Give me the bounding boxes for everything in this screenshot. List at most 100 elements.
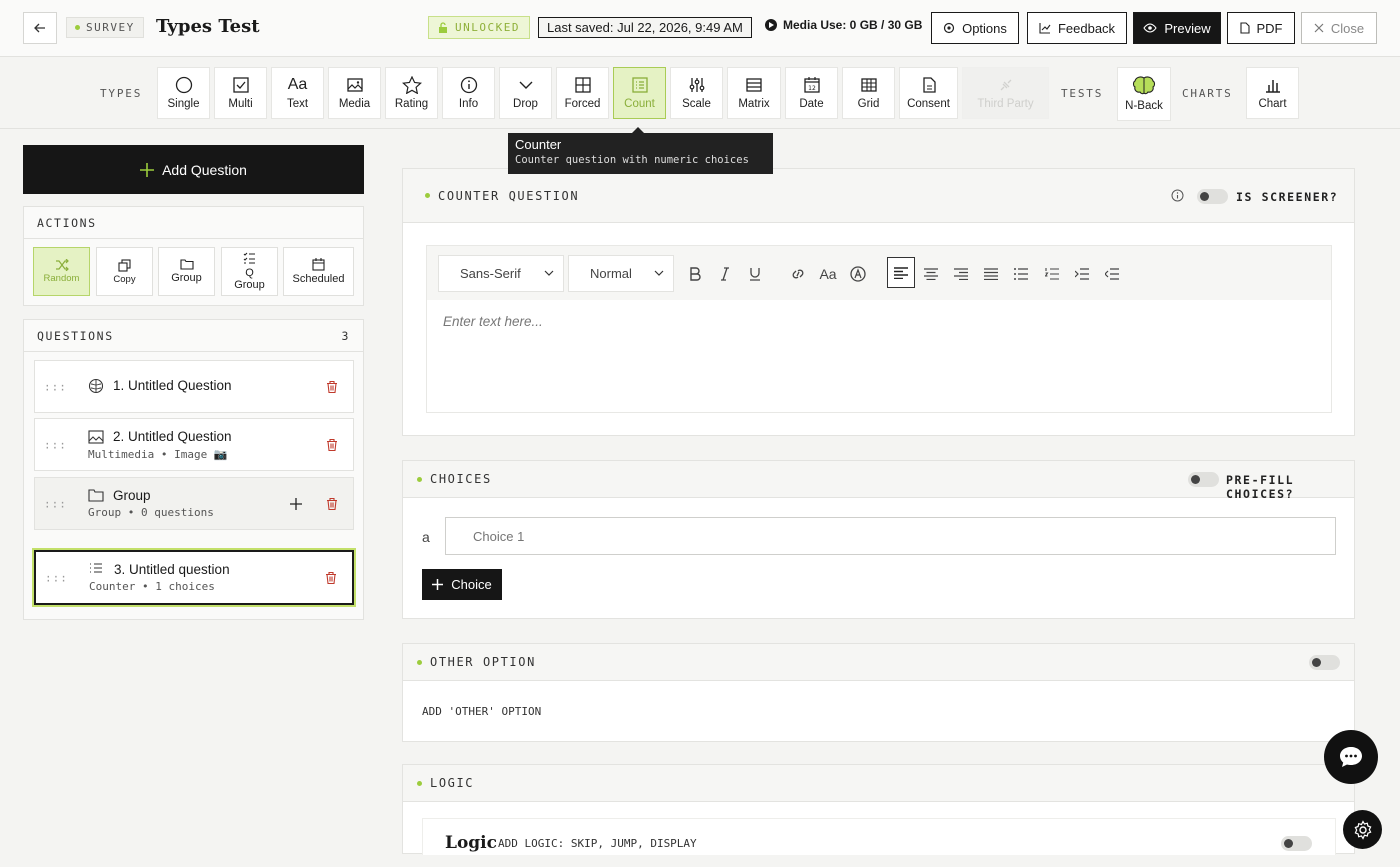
question-subtitle: Multimedia • Image 📷	[88, 448, 228, 461]
feedback-button[interactable]: Feedback	[1027, 12, 1127, 44]
type-rating[interactable]: Rating	[385, 67, 438, 119]
align-justify-icon[interactable]	[978, 261, 1004, 287]
calendar-icon	[312, 257, 325, 271]
font-case-icon[interactable]: Aa	[815, 261, 841, 287]
trash-icon[interactable]	[326, 497, 338, 510]
ordered-list-icon[interactable]	[1039, 261, 1065, 287]
type-multi[interactable]: Multi	[214, 67, 267, 119]
add-to-group-icon[interactable]	[290, 498, 302, 510]
action-q-group[interactable]: Q Group	[221, 247, 278, 296]
table-icon	[746, 78, 762, 92]
trash-icon[interactable]	[326, 438, 338, 451]
question-text-input[interactable]: Enter text here...	[443, 314, 543, 329]
add-choice-button[interactable]: Choice	[422, 569, 502, 600]
font-family-select[interactable]: Sans-Serif	[438, 255, 564, 292]
align-left-icon[interactable]	[887, 257, 915, 288]
question-item[interactable]: ::: 2. Untitled Question Multimedia • Im…	[34, 418, 354, 471]
type-date[interactable]: 12 Date	[785, 67, 838, 119]
back-button[interactable]	[23, 12, 57, 44]
pdf-button[interactable]: PDF	[1227, 12, 1295, 44]
type-consent[interactable]: Consent	[899, 67, 958, 119]
preview-label: Preview	[1164, 20, 1211, 36]
type-drop[interactable]: Drop	[499, 67, 552, 119]
type-info[interactable]: Info	[442, 67, 495, 119]
other-option-toggle[interactable]	[1309, 655, 1340, 670]
type-matrix[interactable]: Matrix	[727, 67, 781, 119]
action-random[interactable]: Random	[33, 247, 90, 296]
sliders-icon	[689, 78, 704, 92]
drag-handle[interactable]: :::	[45, 571, 68, 584]
trash-icon[interactable]	[326, 380, 338, 393]
add-other-label: ADD 'OTHER' OPTION	[422, 705, 542, 718]
drag-handle[interactable]: :::	[44, 438, 67, 451]
close-button[interactable]: Close	[1301, 12, 1377, 44]
align-center-icon[interactable]	[918, 261, 944, 287]
prefill-toggle[interactable]	[1188, 472, 1219, 487]
add-choice-label: Choice	[451, 577, 492, 592]
outdent-icon[interactable]	[1099, 261, 1125, 287]
actions-header: ACTIONS	[24, 207, 363, 239]
type-media[interactable]: Media	[328, 67, 381, 119]
checkbox-icon	[232, 77, 249, 93]
action-group[interactable]: Group	[158, 247, 215, 296]
last-saved: Last saved: Jul 22, 2026, 9:49 AM	[538, 17, 752, 38]
font-size-value: Normal	[590, 266, 632, 281]
underline-icon[interactable]	[742, 261, 768, 287]
chat-button[interactable]	[1324, 730, 1378, 784]
type-forced[interactable]: Forced	[556, 67, 609, 119]
charts-section-label: CHARTS	[1182, 87, 1233, 100]
type-count-label: Count	[624, 98, 655, 110]
folder-icon	[88, 489, 104, 502]
link-icon[interactable]	[785, 261, 811, 287]
options-button[interactable]: Options	[931, 12, 1019, 44]
question-subtitle: Counter • 1 choices	[89, 580, 215, 593]
grid-icon	[574, 77, 591, 93]
count-tooltip: Counter Counter question with numeric ch…	[508, 127, 773, 174]
list-ordered-icon	[90, 563, 102, 573]
type-text[interactable]: Aa Text	[271, 67, 324, 119]
type-rating-label: Rating	[394, 98, 429, 110]
info-icon[interactable]	[1171, 189, 1184, 202]
lock-status-badge[interactable]: UNLOCKED	[428, 16, 530, 39]
drag-handle[interactable]: :::	[44, 497, 67, 510]
question-item-selected[interactable]: ::: 3. Untitled question Counter • 1 cho…	[34, 550, 354, 605]
logic-card-header: LOGIC	[403, 765, 1354, 802]
question-item[interactable]: ::: 1. Untitled Question	[34, 360, 354, 413]
type-single[interactable]: Single	[157, 67, 210, 119]
media-use: Media Use: 0 GB / 30 GB	[765, 18, 922, 32]
font-size-select[interactable]: Normal	[568, 255, 674, 292]
bold-icon[interactable]	[682, 261, 708, 287]
close-icon	[1314, 23, 1324, 33]
settings-button[interactable]	[1343, 810, 1382, 849]
action-scheduled-label: Scheduled	[292, 272, 345, 285]
action-copy[interactable]: Copy	[96, 247, 153, 296]
test-n-back[interactable]: N-Back	[1117, 67, 1171, 121]
eye-icon	[1143, 23, 1158, 33]
type-grid[interactable]: Grid	[842, 67, 895, 119]
trash-icon[interactable]	[325, 571, 337, 584]
align-right-icon[interactable]	[948, 261, 974, 287]
color-icon[interactable]	[845, 261, 871, 287]
action-random-label: Random	[43, 273, 80, 285]
drag-handle[interactable]: :::	[44, 380, 67, 393]
indent-icon[interactable]	[1069, 261, 1095, 287]
action-scheduled[interactable]: Scheduled	[283, 247, 354, 296]
svg-text:12: 12	[808, 85, 816, 92]
chart-type[interactable]: Chart	[1246, 67, 1299, 119]
tooltip-description: Counter question with numeric choices	[515, 154, 749, 166]
bullet-list-icon[interactable]	[1008, 261, 1034, 287]
logic-toggle[interactable]	[1281, 836, 1312, 851]
type-count[interactable]: Count	[613, 67, 666, 119]
circle-icon	[175, 76, 192, 94]
screener-toggle[interactable]	[1197, 189, 1228, 204]
questions-panel: QUESTIONS 3 ::: 1. Untitled Question :::…	[23, 319, 364, 620]
italic-icon[interactable]	[712, 261, 738, 287]
type-scale[interactable]: Scale	[670, 67, 723, 119]
add-question-button[interactable]: Add Question	[23, 145, 364, 194]
type-forced-label: Forced	[564, 98, 601, 110]
preview-button[interactable]: Preview	[1133, 12, 1221, 44]
brain-icon	[88, 378, 104, 394]
choice-input[interactable]	[445, 517, 1336, 555]
question-group-item[interactable]: ::: Group Group • 0 questions	[34, 477, 354, 530]
logic-row: Logic ADD LOGIC: SKIP, JUMP, DISPLAY	[422, 818, 1336, 855]
